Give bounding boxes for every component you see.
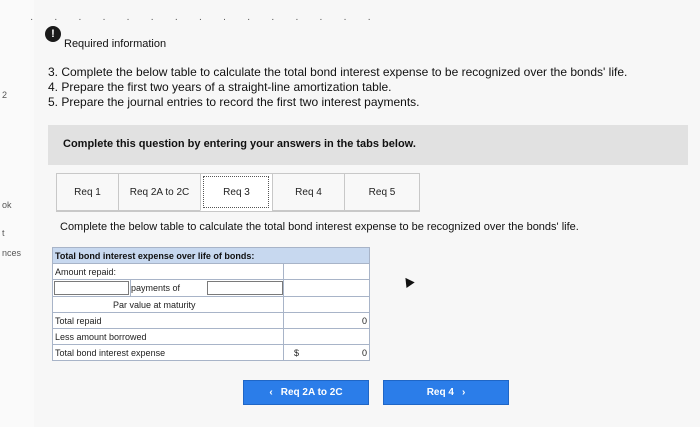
next-req-label: Req 4 <box>426 387 454 398</box>
required-info-title: Required information <box>64 38 167 50</box>
amount-repaid-label: Amount repaid: <box>52 263 284 280</box>
info-icon: ! <box>45 26 61 42</box>
payments-count-input[interactable] <box>54 281 129 295</box>
tab-req-4[interactable]: Req 4 <box>272 173 344 211</box>
amount-repaid-value <box>283 263 370 280</box>
total-interest-value-cell: $ 0 <box>283 344 370 361</box>
instruction-item: 3. Complete the below table to calculate… <box>48 65 628 79</box>
left-sidebar-strip: 2 ok t nces <box>0 0 35 427</box>
question-text: Complete the below table to calculate th… <box>60 221 579 233</box>
total-interest-value: 0 <box>361 347 367 358</box>
table-header: Total bond interest expense over life of… <box>52 247 370 264</box>
sidebar-fragment: nces <box>2 248 22 258</box>
payments-of-label: payments of <box>131 283 181 293</box>
prev-req-button[interactable]: ‹ Req 2A to 2C <box>243 380 369 405</box>
sidebar-fragment: t <box>2 228 5 238</box>
less-borrowed-input[interactable] <box>283 328 370 345</box>
payments-count-cell <box>52 279 131 297</box>
chevron-right-icon: › <box>461 387 466 398</box>
tab-req-3[interactable]: Req 3 <box>200 173 272 211</box>
payment-amount-input[interactable] <box>207 281 283 295</box>
par-value-label: Par value at maturity <box>52 296 284 313</box>
payments-of-cell: payments of <box>130 279 284 297</box>
banner-text: Complete this question by entering your … <box>63 138 416 150</box>
sidebar-fragment: ok <box>2 200 12 210</box>
instructions-list: 3. Complete the below table to calculate… <box>48 65 627 110</box>
par-value-input[interactable] <box>283 296 370 313</box>
currency-symbol: $ <box>294 347 300 358</box>
less-borrowed-label: Less amount borrowed <box>52 328 284 345</box>
total-interest-label: Total bond interest expense <box>52 344 284 361</box>
next-req-button[interactable]: Req 4 › <box>383 380 509 405</box>
prev-req-label: Req 2A to 2C <box>280 387 343 398</box>
payments-total-value[interactable] <box>283 279 370 297</box>
total-repaid-value: 0 <box>283 312 370 329</box>
tab-req-1[interactable]: Req 1 <box>56 173 118 211</box>
instruction-item: 5. Prepare the journal entries to record… <box>48 95 420 109</box>
req-tabs: Req 1 Req 2A to 2C Req 3 Req 4 Req 5 <box>56 173 420 211</box>
tab-req-5[interactable]: Req 5 <box>344 173 420 211</box>
bond-interest-table: Total bond interest expense over life of… <box>52 247 370 361</box>
sidebar-fragment: 2 <box>2 90 8 100</box>
total-repaid-label: Total repaid <box>52 312 284 329</box>
tab-req-2a-to-2c[interactable]: Req 2A to 2C <box>118 173 200 211</box>
instruction-item: 4. Prepare the first two years of a stra… <box>48 80 392 94</box>
tab-panel-divider <box>56 211 420 212</box>
chevron-left-icon: ‹ <box>269 387 273 398</box>
decorative-dots: · · · · · · · · · · · · · · · <box>30 14 380 25</box>
